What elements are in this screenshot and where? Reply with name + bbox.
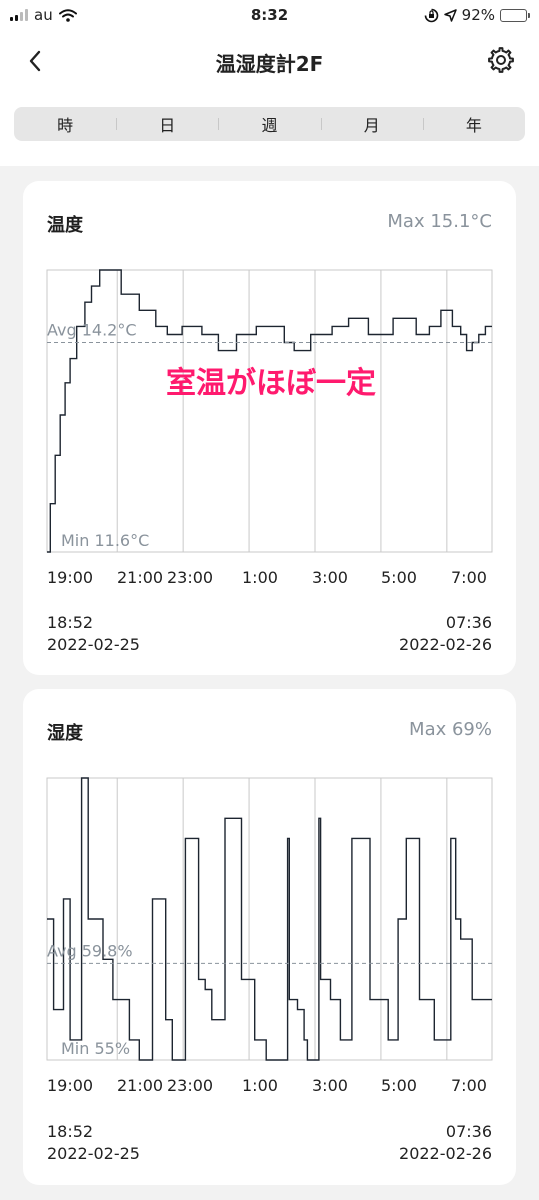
end-timestamp: 07:36 2022-02-26 bbox=[399, 612, 492, 656]
tab-month[interactable]: 月 bbox=[320, 107, 423, 141]
start-time: 18:52 bbox=[47, 1122, 94, 1141]
settings-button[interactable] bbox=[485, 44, 517, 76]
battery-percent: 92% bbox=[461, 6, 495, 24]
period-tabs: 時 日 週 月 年 bbox=[14, 107, 525, 141]
x-tick-label: 1:00 bbox=[242, 1076, 278, 1095]
status-bar: au 8:32 92% bbox=[0, 0, 539, 34]
x-tick-label: 19:00 bbox=[47, 1076, 93, 1095]
tab-week[interactable]: 週 bbox=[218, 107, 320, 141]
x-tick-label: 3:00 bbox=[312, 568, 348, 587]
start-time: 18:52 bbox=[47, 613, 94, 632]
battery-icon bbox=[500, 8, 530, 22]
data-line bbox=[47, 269, 492, 553]
start-date: 2022-02-25 bbox=[47, 1144, 140, 1163]
tab-day[interactable]: 日 bbox=[116, 107, 218, 141]
avg-label: Avg 14.2°C bbox=[47, 321, 137, 340]
x-tick-label: 5:00 bbox=[381, 568, 417, 587]
avg-label: Avg 59.8% bbox=[47, 941, 133, 960]
x-tick-label: 5:00 bbox=[381, 1076, 417, 1095]
x-tick-label: 23:00 bbox=[167, 1076, 213, 1095]
temperature-card: 温度 Max 15.1°C Avg 14.2°C Min 11.6°C 19:00 2… bbox=[23, 181, 516, 675]
x-tick-label: 23:00 bbox=[167, 568, 213, 587]
page-title: 温湿度計2F bbox=[215, 52, 324, 76]
x-tick-label: 1:00 bbox=[242, 568, 278, 587]
humidity-card: 湿度 Max 69% Avg 59.8% Min 55% 19:00 21:00 23:… bbox=[23, 689, 516, 1185]
start-timestamp: 18:52 2022-02-25 bbox=[47, 1121, 140, 1165]
location-arrow-icon bbox=[443, 8, 457, 22]
navigation-bar: 温湿度計2F bbox=[0, 38, 539, 84]
tab-hour[interactable]: 時 bbox=[14, 107, 116, 141]
x-tick-label: 19:00 bbox=[47, 568, 93, 587]
annotation-text: 室温がほぼ一定 bbox=[166, 366, 376, 401]
x-tick-label: 21:00 bbox=[117, 1076, 163, 1095]
humidity-chart: Avg 59.8% Min 55% 19:00 21:00 23:00 1:00 3:00 5… bbox=[46, 777, 493, 1095]
x-tick-label: 7:00 bbox=[451, 1076, 487, 1095]
gear-icon bbox=[488, 47, 514, 73]
temperature-chart: Avg 14.2°C Min 11.6°C 19:00 21:00 23:00 1:00 3… bbox=[46, 269, 493, 587]
top-bar: au 8:32 92% 温湿度計2F 時 日 週 月 年 bbox=[0, 0, 539, 166]
end-time: 07:36 bbox=[445, 613, 492, 632]
plot-frame bbox=[46, 777, 493, 1061]
start-timestamp: 18:52 2022-02-25 bbox=[47, 612, 140, 656]
tab-year[interactable]: 年 bbox=[422, 107, 525, 141]
end-timestamp: 07:36 2022-02-26 bbox=[399, 1121, 492, 1165]
end-time: 07:36 bbox=[445, 1122, 492, 1141]
end-date: 2022-02-26 bbox=[399, 1144, 492, 1163]
min-label: Min 11.6°C bbox=[61, 531, 149, 550]
plot-frame bbox=[46, 269, 493, 553]
x-tick-label: 21:00 bbox=[117, 568, 163, 587]
min-label: Min 55% bbox=[61, 1039, 130, 1058]
status-right: 92% bbox=[424, 6, 530, 24]
end-date: 2022-02-26 bbox=[399, 635, 492, 654]
x-tick-label: 3:00 bbox=[312, 1076, 348, 1095]
data-line bbox=[47, 777, 492, 1061]
x-tick-label: 7:00 bbox=[451, 568, 487, 587]
orientation-lock-icon bbox=[424, 8, 438, 22]
start-date: 2022-02-25 bbox=[47, 635, 140, 654]
